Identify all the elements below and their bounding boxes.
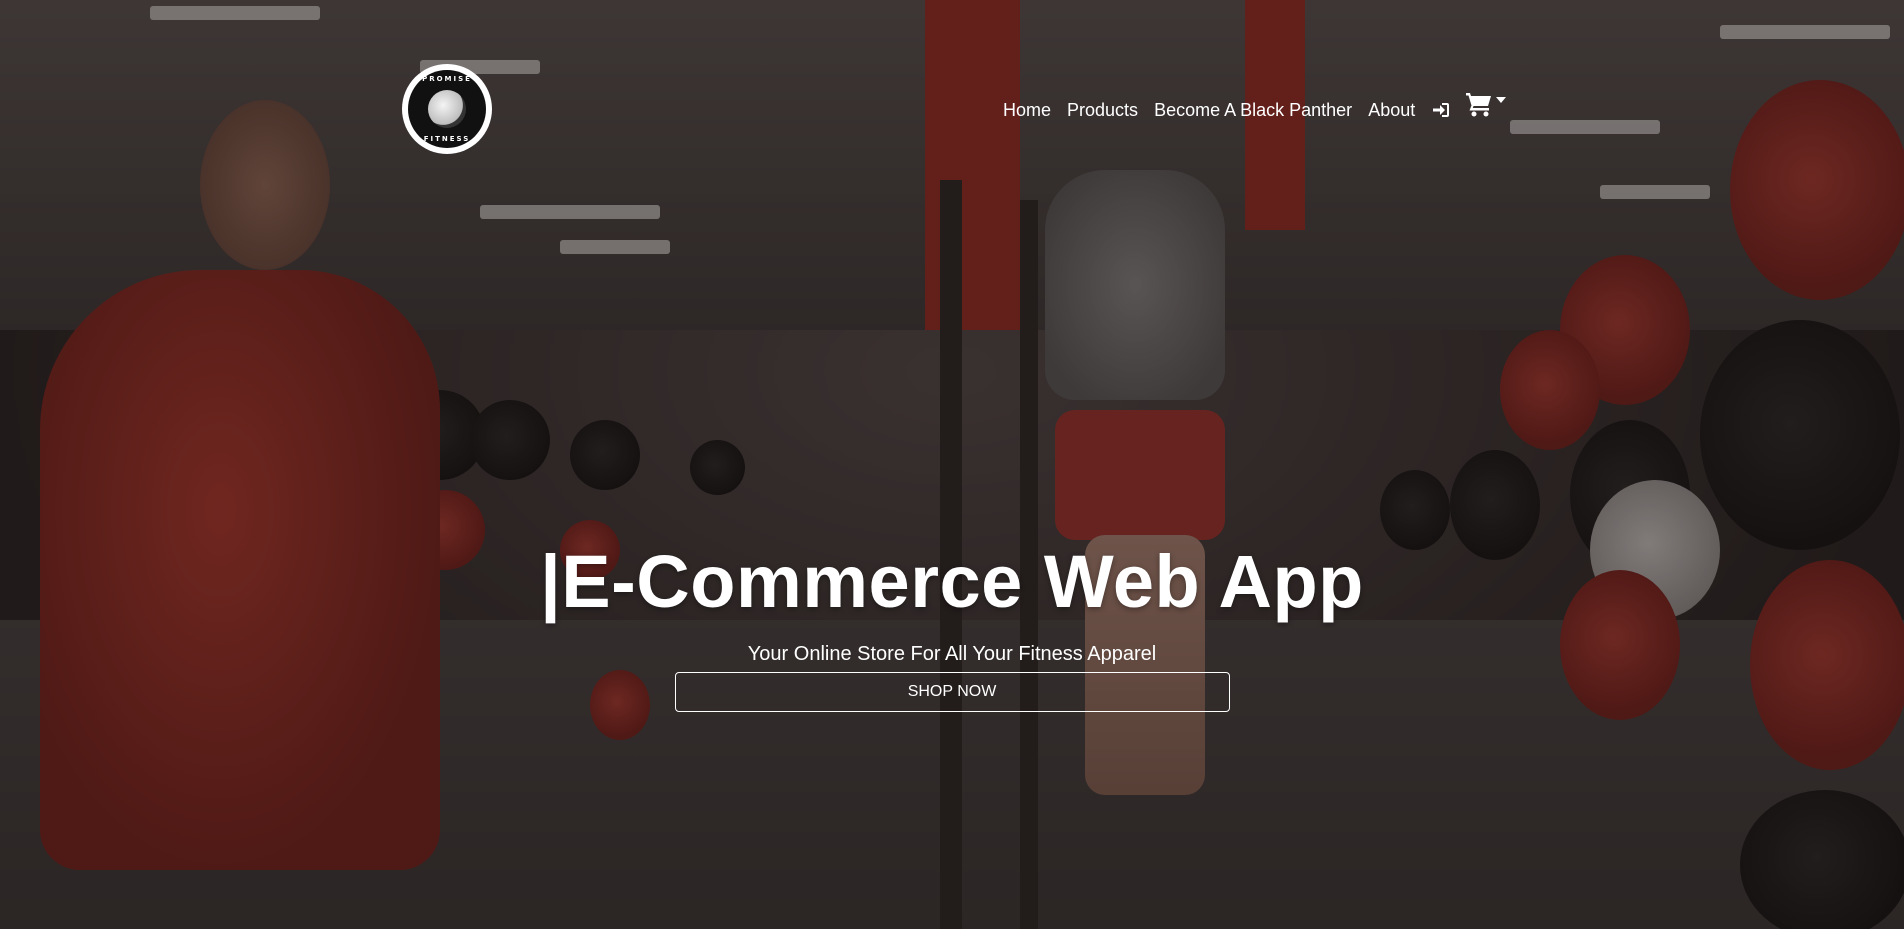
sign-in-icon[interactable] xyxy=(1431,100,1451,120)
panther-head-icon xyxy=(428,90,466,128)
brand-logo[interactable]: PROMISE FITNESS xyxy=(402,64,492,154)
shop-now-button[interactable]: SHOP NOW xyxy=(674,672,1230,712)
nav-link-become-black-panther[interactable]: Become A Black Panther xyxy=(1154,100,1352,121)
cart-dropdown[interactable] xyxy=(1465,91,1507,117)
hero-title: |E-Commerce Web App xyxy=(540,540,1364,623)
navbar: PROMISE FITNESS Home Products Become A B… xyxy=(0,0,1904,220)
hero-content: |E-Commerce Web App Your Online Store Fo… xyxy=(0,545,1904,712)
caret-down-icon xyxy=(1496,97,1507,103)
hero-section: PROMISE FITNESS Home Products Become A B… xyxy=(0,0,1904,929)
nav-link-about[interactable]: About xyxy=(1368,100,1415,121)
logo-text-bottom: FITNESS xyxy=(423,135,471,143)
logo-text-top: PROMISE xyxy=(422,75,472,83)
nav-link-home[interactable]: Home xyxy=(1003,100,1051,121)
nav-link-products[interactable]: Products xyxy=(1067,100,1138,121)
nav-links: Home Products Become A Black Panther Abo… xyxy=(1003,93,1507,123)
panther-logo-icon: PROMISE FITNESS xyxy=(408,70,486,148)
hero-subtitle: Your Online Store For All Your Fitness A… xyxy=(747,643,1157,665)
shopping-cart-icon xyxy=(1466,93,1492,117)
